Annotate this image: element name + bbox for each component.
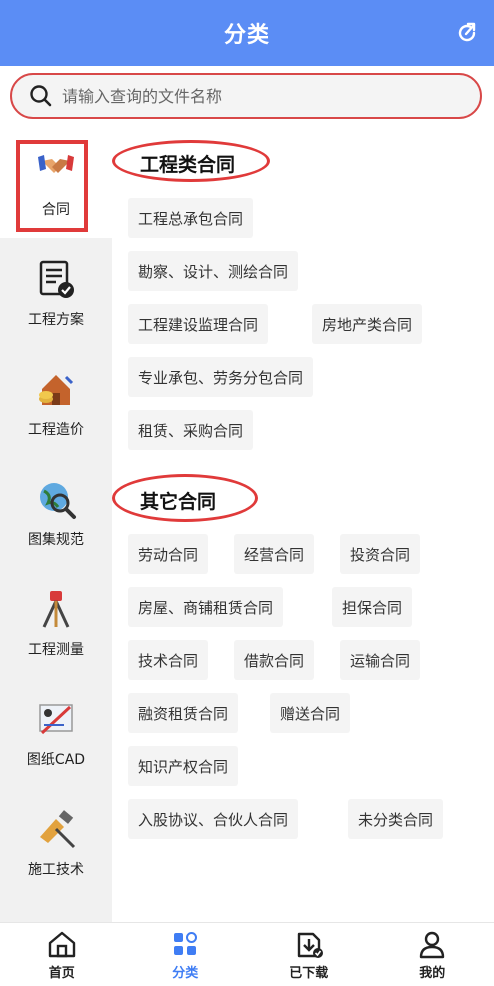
sidebar-item-project-plan[interactable]: 工程方案 — [0, 238, 112, 348]
highlight-box — [16, 140, 88, 232]
tag-chip[interactable]: 知识产权合同 — [128, 746, 239, 786]
tag-chip[interactable]: 技术合同 — [128, 640, 209, 680]
sidebar-item-cost[interactable]: 工程造价 — [0, 348, 112, 458]
tab-label: 已下载 — [289, 966, 329, 981]
tag-chip[interactable]: 投资合同 — [340, 534, 421, 574]
sidebar-item-label: 施工技术 — [28, 862, 84, 878]
sidebar-item-label: 图纸CAD — [26, 752, 86, 768]
tag-chip[interactable]: 入股协议、合伙人合同 — [128, 799, 299, 839]
tab-home[interactable]: 首页 — [0, 923, 124, 986]
tag-chip[interactable]: 融资租赁合同 — [128, 693, 239, 733]
header-bar: 分类 — [0, 0, 494, 66]
sidebar-item-atlas[interactable]: 图集规范 — [0, 458, 112, 568]
page-title: 分类 — [223, 23, 270, 48]
tag-chip[interactable]: 工程总承包合同 — [128, 198, 254, 238]
tab-mine[interactable]: 我的 — [371, 923, 494, 986]
tab-label: 首页 — [48, 966, 75, 981]
tab-label: 分类 — [172, 966, 199, 981]
tag-chip[interactable]: 担保合同 — [332, 587, 413, 627]
tab-category[interactable]: 分类 — [124, 923, 248, 986]
home-icon — [48, 931, 75, 958]
globe-magnifier-icon — [40, 483, 76, 519]
bottom-tab-bar: 首页 分类 已下载 我的 — [0, 922, 494, 986]
construction-tools-icon — [40, 810, 76, 849]
sidebar-item-contract[interactable]: 合同 — [0, 128, 112, 238]
tag-chip[interactable]: 工程建设监理合同 — [128, 304, 269, 344]
tag-chip[interactable]: 未分类合同 — [348, 799, 444, 839]
tag-chip[interactable]: 劳动合同 — [128, 534, 209, 574]
sidebar-item-label: 图集规范 — [28, 532, 84, 548]
search-input[interactable] — [62, 86, 442, 106]
tag-chip[interactable]: 勘察、设计、测绘合同 — [128, 251, 299, 291]
tag-chip[interactable]: 专业承包、劳务分包合同 — [128, 357, 314, 397]
tag-chip[interactable]: 经营合同 — [234, 534, 315, 574]
search-icon — [30, 85, 52, 107]
document-check-icon — [39, 260, 74, 298]
download-icon — [297, 932, 323, 958]
category-content: 工程类合同 工程总承包合同 勘察、设计、测绘合同 工程建设监理合同 房地产类合同… — [112, 128, 494, 922]
category-grid-icon — [174, 932, 198, 955]
sidebar-item-cad[interactable]: 图纸CAD — [0, 678, 112, 788]
sidebar-item-label: 工程造价 — [28, 422, 84, 438]
sidebar-item-label: 工程测量 — [28, 642, 84, 658]
sidebar-item-label: 工程方案 — [28, 312, 84, 328]
category-sidebar: 合同 工程方案 工程造价 图集规范 工程测量 图纸CAD 施工技术 — [0, 128, 112, 922]
section-title-other: 其它合同 — [140, 491, 217, 513]
house-coins-icon — [39, 375, 74, 405]
survey-tripod-icon — [42, 591, 70, 628]
section-title-engineering: 工程类合同 — [140, 154, 236, 176]
sidebar-item-construction[interactable]: 施工技术 — [0, 788, 112, 898]
tag-chip[interactable]: 房屋、商铺租赁合同 — [128, 587, 284, 627]
tag-chip[interactable]: 租赁、采购合同 — [128, 410, 254, 450]
tag-chip[interactable]: 借款合同 — [234, 640, 315, 680]
sidebar-item-survey[interactable]: 工程测量 — [0, 568, 112, 678]
tab-label: 我的 — [419, 966, 446, 981]
tag-chip[interactable]: 房地产类合同 — [312, 304, 423, 344]
search-bar[interactable] — [10, 73, 482, 119]
tag-chip[interactable]: 赠送合同 — [270, 693, 351, 733]
tag-chip[interactable]: 运输合同 — [340, 640, 421, 680]
refresh-icon[interactable] — [454, 20, 480, 46]
tab-downloaded[interactable]: 已下载 — [247, 923, 371, 986]
drawing-tools-icon — [39, 704, 73, 735]
profile-icon — [420, 931, 445, 959]
